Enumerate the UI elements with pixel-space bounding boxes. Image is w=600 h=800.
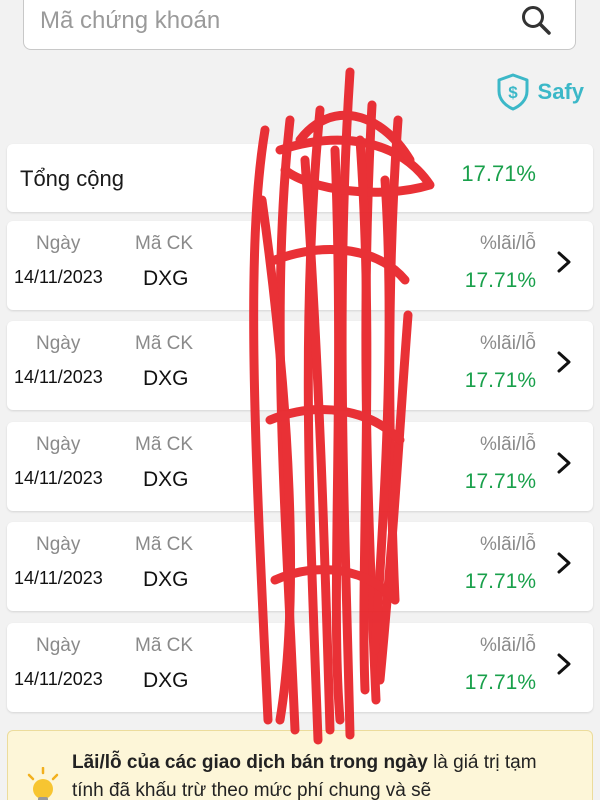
profit-percent: 17.71% xyxy=(464,269,536,292)
code-label: Mã CK xyxy=(135,635,194,656)
pct-label: %lãi/lỗ xyxy=(480,434,536,455)
code-label: Mã CK xyxy=(135,534,194,555)
search-box[interactable] xyxy=(23,0,576,50)
shield-dollar-icon: $ xyxy=(497,73,529,111)
safy-badge[interactable]: $ Safy xyxy=(496,72,584,112)
profit-percent: 17.71% xyxy=(464,671,536,694)
pct-label: %lãi/lỗ xyxy=(480,635,536,656)
trade-row[interactable]: Ngày Mã CK %lãi/lỗ 14/11/2023 DXG 17.71% xyxy=(7,522,593,611)
pct-label: %lãi/lỗ xyxy=(480,534,536,555)
trade-date: 14/11/2023 xyxy=(14,367,103,387)
profit-percent: 17.71% xyxy=(464,570,536,593)
search-icon[interactable] xyxy=(519,3,553,37)
profit-percent: 17.71% xyxy=(464,369,536,392)
chevron-right-icon[interactable] xyxy=(555,349,573,375)
profit-percent: 17.71% xyxy=(464,470,536,493)
code-label: Mã CK xyxy=(135,233,194,254)
date-label: Ngày xyxy=(36,333,81,354)
notice-bold: Lãi/lỗ của các giao dịch bán trong ngày xyxy=(72,752,428,773)
trade-date: 14/11/2023 xyxy=(14,568,103,588)
svg-text:$: $ xyxy=(508,83,518,102)
total-label: Tổng cộng xyxy=(20,166,124,191)
safy-label: Safy xyxy=(537,79,584,104)
trade-row[interactable]: Ngày Mã CK %lãi/lỗ 14/11/2023 DXG 17.71% xyxy=(7,623,593,712)
chevron-right-icon[interactable] xyxy=(555,550,573,576)
stock-code: DXG xyxy=(143,468,189,491)
pct-label: %lãi/lỗ xyxy=(480,233,536,254)
code-label: Mã CK xyxy=(135,434,194,455)
date-label: Ngày xyxy=(36,534,81,555)
chevron-right-icon[interactable] xyxy=(555,651,573,677)
stock-code: DXG xyxy=(143,367,189,390)
trade-row[interactable]: Ngày Mã CK %lãi/lỗ 14/11/2023 DXG 17.71% xyxy=(7,321,593,410)
stock-code: DXG xyxy=(143,669,189,692)
trade-date: 14/11/2023 xyxy=(14,468,103,488)
search-bar xyxy=(0,0,600,62)
trade-row[interactable]: Ngày Mã CK %lãi/lỗ 14/11/2023 DXG 17.71% xyxy=(7,221,593,310)
pct-label: %lãi/lỗ xyxy=(480,333,536,354)
chevron-right-icon[interactable] xyxy=(555,249,573,275)
search-input[interactable] xyxy=(40,3,500,39)
code-label: Mã CK xyxy=(135,333,194,354)
chevron-right-icon[interactable] xyxy=(555,450,573,476)
trade-row[interactable]: Ngày Mã CK %lãi/lỗ 14/11/2023 DXG 17.71% xyxy=(7,422,593,511)
trade-date: 14/11/2023 xyxy=(14,267,103,287)
notice-box: Lãi/lỗ của các giao dịch bán trong ngày … xyxy=(7,730,593,800)
total-card: Tổng cộng 17.71% xyxy=(7,144,593,212)
trade-date: 14/11/2023 xyxy=(14,669,103,689)
total-value: 17.71% xyxy=(461,161,536,186)
stock-code: DXG xyxy=(143,267,189,290)
lightbulb-icon xyxy=(27,767,59,800)
date-label: Ngày xyxy=(36,233,81,254)
stock-code: DXG xyxy=(143,568,189,591)
date-label: Ngày xyxy=(36,434,81,455)
notice-text: Lãi/lỗ của các giao dịch bán trong ngày … xyxy=(72,749,572,800)
date-label: Ngày xyxy=(36,635,81,656)
